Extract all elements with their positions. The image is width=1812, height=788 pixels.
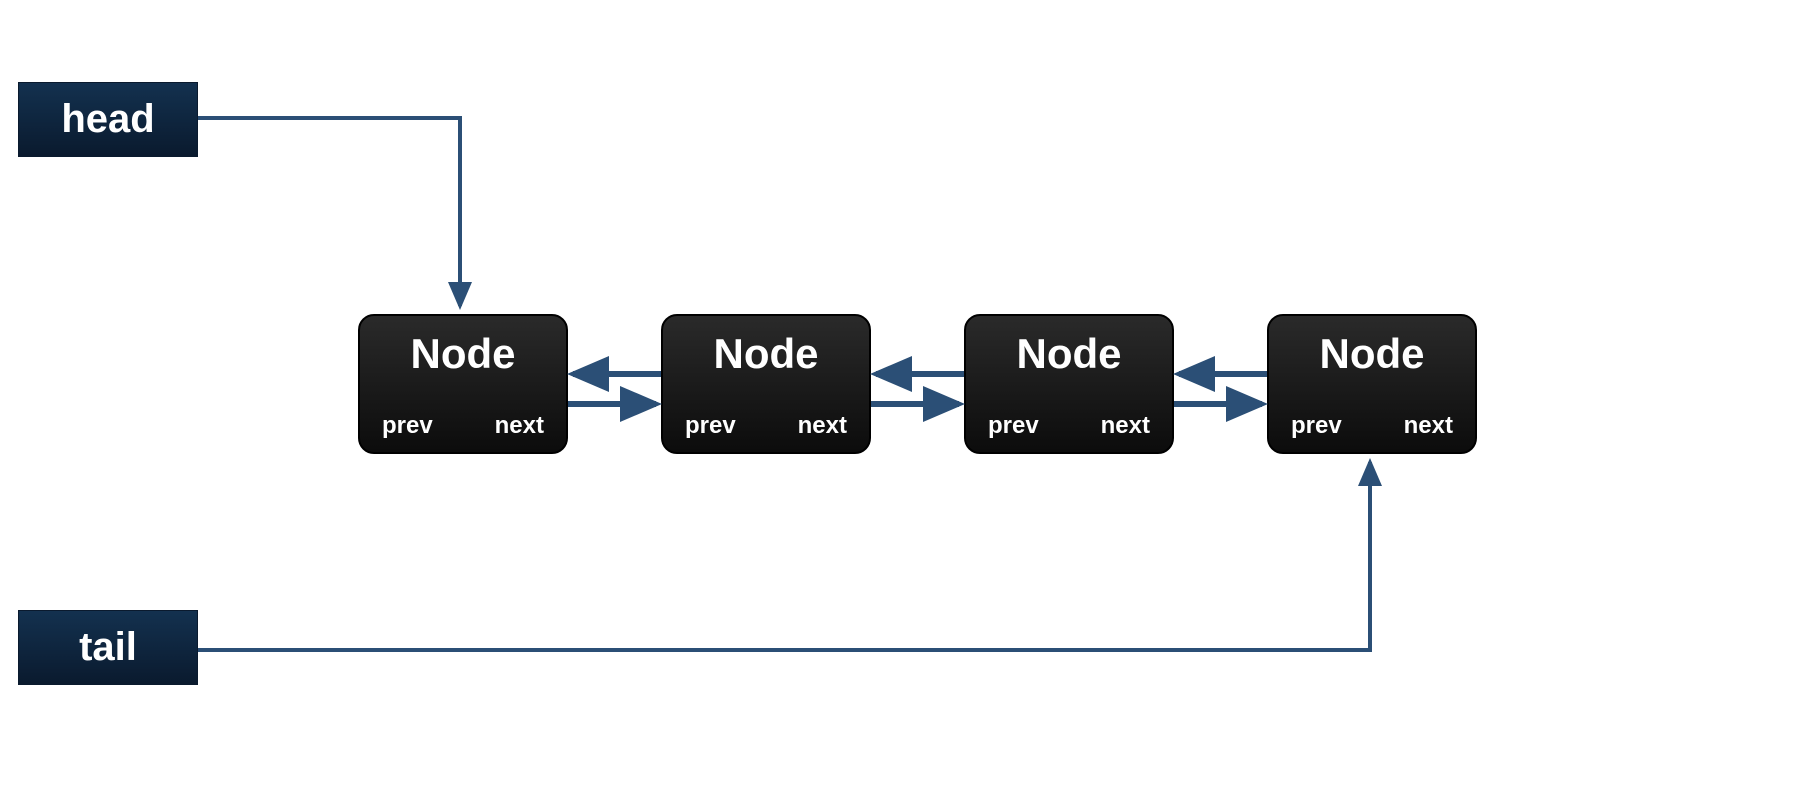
node-1-title: Node (360, 330, 566, 378)
node-4-prev-label: prev (1291, 412, 1342, 440)
arrows-layer (0, 0, 1812, 788)
tail-arrow (198, 462, 1370, 650)
node-1: Node prev next (358, 314, 568, 454)
node-2: Node prev next (661, 314, 871, 454)
node-1-prev-label: prev (382, 412, 433, 440)
tail-pointer-box: tail (18, 610, 198, 685)
head-arrow (198, 118, 460, 306)
node-4: Node prev next (1267, 314, 1477, 454)
node-2-title: Node (663, 330, 869, 378)
node-1-next-label: next (495, 412, 544, 440)
node-3-prev-label: prev (988, 412, 1039, 440)
head-pointer-box: head (18, 82, 198, 157)
node-4-next-label: next (1404, 412, 1453, 440)
head-pointer-label: head (61, 97, 154, 141)
node-2-next-label: next (798, 412, 847, 440)
tail-pointer-label: tail (79, 625, 137, 669)
node-3-title: Node (966, 330, 1172, 378)
node-3-next-label: next (1101, 412, 1150, 440)
node-3: Node prev next (964, 314, 1174, 454)
node-4-title: Node (1269, 330, 1475, 378)
node-2-prev-label: prev (685, 412, 736, 440)
